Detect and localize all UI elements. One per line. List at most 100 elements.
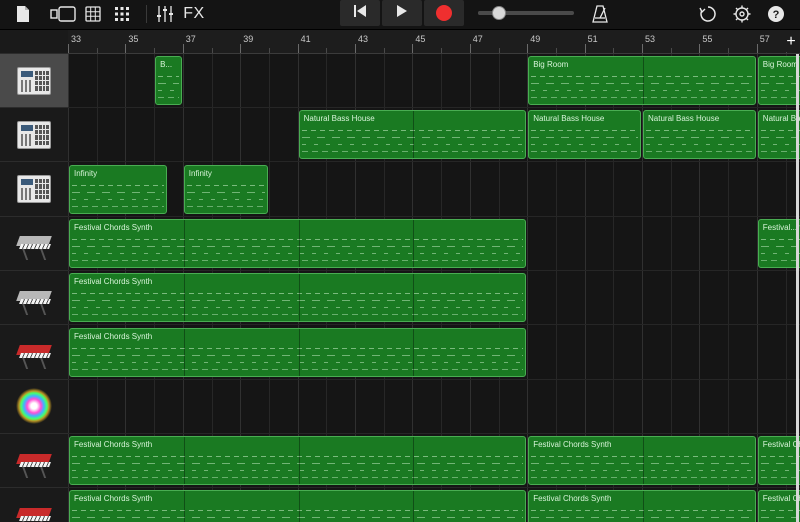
track-header[interactable] xyxy=(0,271,68,326)
region[interactable]: Natural Bass House xyxy=(757,110,800,160)
drum-machine-icon xyxy=(14,62,54,100)
region-notes xyxy=(158,73,179,103)
play-button[interactable] xyxy=(382,0,422,26)
track-header[interactable] xyxy=(0,380,68,434)
region-name: Festival Chords Synth xyxy=(74,440,153,450)
ruler-bar-number: 53 xyxy=(645,34,656,44)
bar-ruler[interactable]: 33 35 37 39 41 43 45 47 49 51 53 55 57 xyxy=(68,30,800,54)
region[interactable]: Natural Bass House xyxy=(643,110,756,160)
track-header[interactable] xyxy=(0,434,68,489)
track-lane[interactable] xyxy=(68,380,800,434)
region[interactable]: B... xyxy=(155,56,182,105)
record-icon xyxy=(436,5,452,21)
region-notes xyxy=(72,290,524,321)
ruler-bar-number: 35 xyxy=(128,34,139,44)
document-icon[interactable] xyxy=(10,0,36,28)
sparkle-sampler-icon xyxy=(14,387,54,425)
region-name: Infinity xyxy=(74,168,98,178)
ruler-tick xyxy=(527,44,529,53)
rewind-icon xyxy=(353,4,367,23)
red-keyboard-icon xyxy=(14,333,54,371)
mixer-sliders-icon[interactable] xyxy=(153,0,177,28)
region[interactable]: Infinity xyxy=(69,164,168,214)
svg-text:?: ? xyxy=(773,9,780,21)
region[interactable]: Big Room xyxy=(757,56,800,105)
region[interactable]: Natural Bass House xyxy=(298,110,527,160)
track-headers xyxy=(0,54,68,522)
ruler-bar-number: 51 xyxy=(587,34,598,44)
grid-icon[interactable] xyxy=(82,0,104,28)
rewind-button[interactable] xyxy=(340,0,380,26)
region-name: Natural Bass House xyxy=(533,114,605,124)
silver-keyboard-icon xyxy=(14,224,54,262)
region[interactable]: Festival Chords Synth xyxy=(69,490,527,522)
region[interactable]: Infinity xyxy=(183,164,268,214)
loop-divider xyxy=(298,437,300,485)
ruler-tick xyxy=(469,44,471,53)
ruler-tick xyxy=(613,48,615,53)
region-notes xyxy=(760,73,800,103)
region[interactable]: Festival Chords Synth xyxy=(528,490,756,522)
region-notes xyxy=(760,127,800,158)
add-section-button[interactable]: + xyxy=(782,32,800,52)
help-icon[interactable]: ? xyxy=(764,0,788,28)
ruler-tick xyxy=(68,44,69,53)
play-icon xyxy=(396,4,408,23)
track-header[interactable] xyxy=(0,326,68,380)
ruler-tick xyxy=(240,44,242,53)
ruler-bar-number: 45 xyxy=(415,34,426,44)
track-header[interactable] xyxy=(0,108,68,163)
ruler-corner xyxy=(0,30,68,54)
region[interactable]: Festival Chords Synth xyxy=(69,218,527,268)
region[interactable]: Festival Chords Synth xyxy=(69,327,527,377)
region[interactable]: Natural Bass House xyxy=(528,110,641,160)
region-name: Big Room xyxy=(533,60,569,69)
fx-label: FX xyxy=(183,5,205,22)
region-name: Natural Bass House xyxy=(762,114,800,124)
region-name: Infinity xyxy=(188,168,212,178)
region[interactable]: Festival Chords Synth xyxy=(69,436,527,486)
ruler-bar-number: 37 xyxy=(185,34,196,44)
garageband-window: FX ? 33 35 37 39 41 43 45 47 49 51 53 55… xyxy=(0,0,800,522)
region[interactable]: Festival Chords Synth xyxy=(69,273,527,323)
track-header[interactable] xyxy=(0,54,68,108)
region-name: Festival Chords Synth xyxy=(74,331,153,341)
record-button[interactable] xyxy=(424,0,464,26)
region[interactable]: Festival...rd... xyxy=(757,218,800,268)
metronome-icon[interactable] xyxy=(588,0,612,28)
region-name: Festival Ch xyxy=(762,494,800,504)
track-lane[interactable] xyxy=(68,163,800,217)
master-volume-knob[interactable] xyxy=(492,6,507,20)
region[interactable]: Festival Ch xyxy=(757,490,800,522)
region-notes xyxy=(760,235,800,266)
ruler-tick xyxy=(728,48,730,53)
loop-divider xyxy=(183,491,185,522)
live-loops-icon[interactable] xyxy=(111,0,133,28)
tracks-grid[interactable]: B... Big Room Big Room Natural Bass House Na… xyxy=(68,54,800,522)
region-name: Festival Chords Synth xyxy=(74,494,153,504)
track-header[interactable] xyxy=(0,163,68,217)
fx-button[interactable]: FX xyxy=(180,0,208,28)
region[interactable]: Festival Ch xyxy=(757,436,800,486)
loop-icon[interactable] xyxy=(696,0,720,28)
gear-icon[interactable] xyxy=(730,0,754,28)
drum-machine-icon xyxy=(14,116,54,154)
region-name: Festival Chords Synth xyxy=(533,494,612,504)
track-header[interactable] xyxy=(0,488,68,522)
region-notes xyxy=(531,127,638,158)
view-toggle-icon[interactable] xyxy=(48,0,78,28)
track-header[interactable] xyxy=(0,217,68,271)
region[interactable]: Festival Chords Synth xyxy=(528,436,756,486)
master-volume-slider[interactable] xyxy=(478,6,574,20)
ruler-tick xyxy=(412,44,414,53)
region-notes xyxy=(531,73,753,103)
region-notes xyxy=(72,344,524,375)
region[interactable]: Big Room xyxy=(528,56,756,105)
region-notes xyxy=(531,453,753,484)
ruler-tick xyxy=(125,44,127,53)
region-notes xyxy=(72,181,165,212)
ruler-bar-number: 47 xyxy=(472,34,483,44)
region-notes xyxy=(531,507,753,522)
region-name: Festival Chords Synth xyxy=(74,222,153,232)
loop-divider xyxy=(298,219,300,267)
